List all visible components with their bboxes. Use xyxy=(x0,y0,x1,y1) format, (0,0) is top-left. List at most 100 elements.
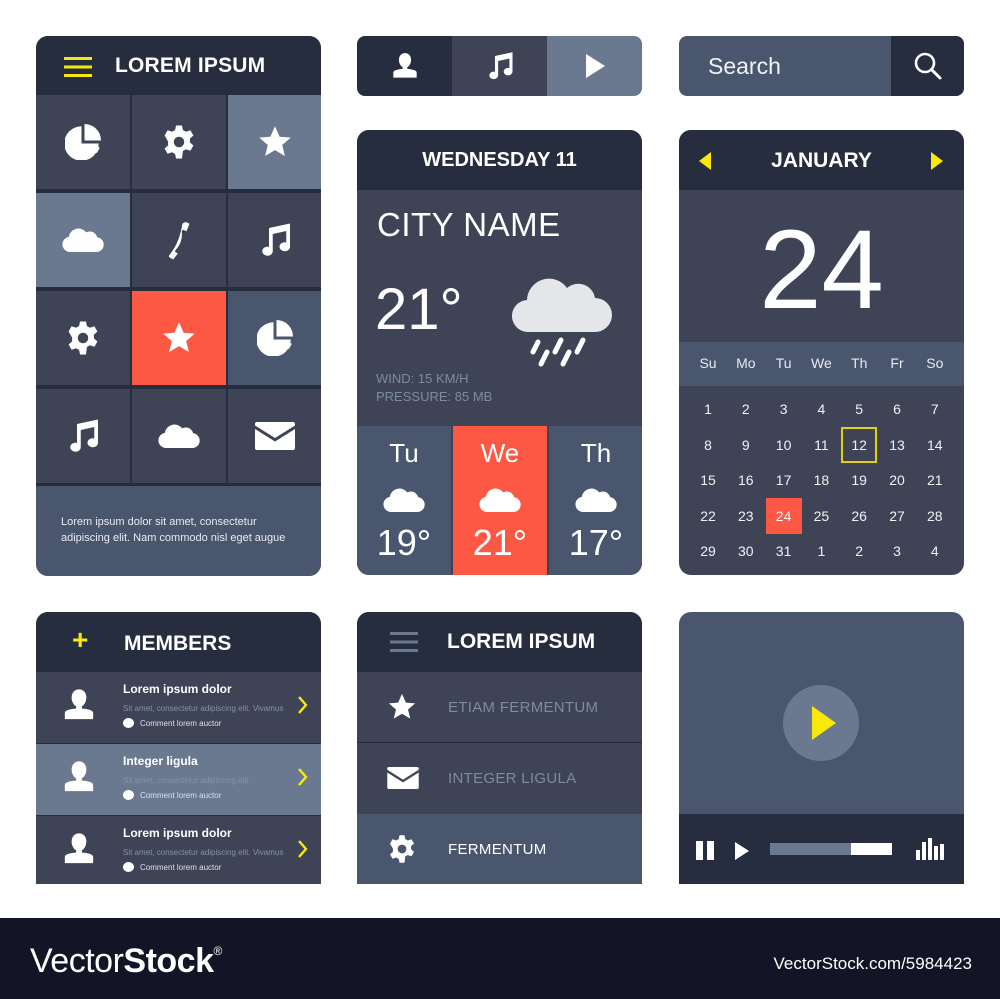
grid-tile-cloud[interactable] xyxy=(36,193,130,287)
play-icon[interactable] xyxy=(735,842,749,860)
user-icon xyxy=(391,52,419,80)
forecast-day-name: We xyxy=(480,438,520,468)
calendar-day[interactable]: 9 xyxy=(728,427,764,463)
tab-music[interactable] xyxy=(452,36,547,96)
list-menu-item[interactable]: INTEGER LIGULA xyxy=(357,743,642,814)
calendar-day[interactable]: 1 xyxy=(690,391,726,427)
calendar-day[interactable]: 16 xyxy=(728,462,764,498)
calendar-day[interactable]: 23 xyxy=(728,498,764,534)
tab-user[interactable] xyxy=(357,36,452,96)
search-input[interactable] xyxy=(679,36,891,96)
calendar-day[interactable]: 22 xyxy=(690,498,726,534)
grid-tile-pie-chart[interactable] xyxy=(36,95,130,189)
forecast-day[interactable]: Th 17° xyxy=(549,426,642,575)
list-menu-item[interactable]: ETIAM FERMENTUM xyxy=(357,672,642,742)
calendar-day[interactable]: 4 xyxy=(917,533,953,569)
weather-details: WIND: 15 KM/H PRESSURE: 85 MB xyxy=(376,370,492,406)
member-name: Lorem ipsum dolor xyxy=(123,826,232,840)
calendar-day[interactable]: 3 xyxy=(879,533,915,569)
calendar-day[interactable]: 31 xyxy=(766,533,802,569)
calendar-day[interactable]: 7 xyxy=(917,391,953,427)
calendar-header: JANUARY xyxy=(679,130,964,190)
grid-tile-phone[interactable] xyxy=(132,193,226,287)
forecast-day[interactable]: Tu 19° xyxy=(357,426,451,575)
progress-bar[interactable] xyxy=(770,843,892,855)
hamburger-icon[interactable] xyxy=(64,57,92,77)
weekday-label: Fr xyxy=(890,355,904,371)
envelope-icon xyxy=(255,422,295,450)
members-header: + MEMBERS xyxy=(36,612,321,671)
calendar-day[interactable]: 5 xyxy=(841,391,877,427)
calendar-day[interactable]: 20 xyxy=(879,462,915,498)
grid-menu-footer: Lorem ipsum dolor sit amet, consectetur … xyxy=(36,486,321,576)
chevron-right-icon[interactable] xyxy=(298,696,308,714)
triangle-right-icon[interactable] xyxy=(931,152,943,170)
calendar-day[interactable]: 2 xyxy=(728,391,764,427)
calendar-day[interactable]: 26 xyxy=(841,498,877,534)
calendar-day[interactable]: 29 xyxy=(690,533,726,569)
calendar-day[interactable]: 24 xyxy=(765,497,802,534)
grid-tile-music-note[interactable] xyxy=(228,193,321,287)
calendar-day[interactable]: 28 xyxy=(917,498,953,534)
calendar-day[interactable]: 11 xyxy=(803,427,839,463)
chevron-right-icon[interactable] xyxy=(298,768,308,786)
calendar-day[interactable]: 18 xyxy=(803,462,839,498)
calendar-day[interactable]: 19 xyxy=(841,462,877,498)
rain-cloud-icon xyxy=(511,278,612,367)
weather-date: WEDNESDAY 11 xyxy=(422,148,577,171)
grid-tile-music-note[interactable] xyxy=(36,389,130,483)
chevron-right-icon[interactable] xyxy=(298,840,308,858)
grid-tile-gear[interactable] xyxy=(132,95,226,189)
calendar-day[interactable]: 1 xyxy=(803,533,839,569)
plus-icon[interactable]: + xyxy=(72,626,88,654)
calendar-day[interactable]: 25 xyxy=(803,498,839,534)
member-row[interactable]: Integer ligula Sit amet, consectetur adi… xyxy=(36,744,321,815)
big-play-button[interactable] xyxy=(783,685,859,761)
pause-icon[interactable] xyxy=(696,841,715,860)
grid-tile-envelope[interactable] xyxy=(228,389,321,483)
list-menu-item[interactable]: FERMENTUM xyxy=(357,814,642,884)
calendar-day[interactable]: 15 xyxy=(690,462,726,498)
calendar-day[interactable]: 27 xyxy=(879,498,915,534)
calendar-day[interactable]: 10 xyxy=(766,427,802,463)
calendar-day[interactable]: 12 xyxy=(841,426,878,463)
calendar-day[interactable]: 2 xyxy=(841,533,877,569)
list-item-label: ETIAM FERMENTUM xyxy=(448,699,599,716)
grid-tile-star[interactable] xyxy=(228,95,321,189)
calendar-card: JANUARY 24 Su Mo Tu We Th Fr So 1 2 3 4 5 6 7 8 9 10 11 1… xyxy=(679,130,964,575)
current-temperature: 21° xyxy=(375,277,463,342)
equalizer-icon[interactable] xyxy=(916,838,946,860)
calendar-day[interactable]: 17 xyxy=(766,462,802,498)
member-row[interactable]: Lorem ipsum dolor Sit amet, consectetur … xyxy=(36,672,321,743)
gear-icon xyxy=(65,320,101,356)
gear-icon xyxy=(387,834,417,864)
tab-play[interactable] xyxy=(547,36,642,96)
calendar-day[interactable]: 3 xyxy=(766,391,802,427)
member-comment: Comment lorem auctor xyxy=(123,790,221,800)
grid-tile-gear[interactable] xyxy=(36,291,130,385)
avatar xyxy=(62,760,96,794)
grid-tile-star[interactable] xyxy=(132,291,226,385)
icon-grid xyxy=(36,95,321,485)
calendar-day[interactable]: 13 xyxy=(879,427,915,463)
calendar-day[interactable]: 30 xyxy=(728,533,764,569)
hamburger-icon[interactable] xyxy=(390,632,418,652)
wind-info: WIND: 15 KM/H xyxy=(376,371,469,386)
member-comment: Comment lorem auctor xyxy=(123,862,221,872)
user-icon xyxy=(62,760,96,794)
member-row[interactable]: Lorem ipsum dolor Sit amet, consectetur … xyxy=(36,816,321,884)
forecast-day[interactable]: We 21° xyxy=(453,426,547,575)
search-button[interactable] xyxy=(891,36,964,96)
grid-tile-pie-chart[interactable] xyxy=(228,291,321,385)
calendar-day[interactable]: 21 xyxy=(917,462,953,498)
comment-bubble-icon xyxy=(123,718,134,728)
weekday-label: Th xyxy=(851,355,868,371)
calendar-day[interactable]: 4 xyxy=(803,391,839,427)
grid-tile-cloud[interactable] xyxy=(132,389,226,483)
player-controls xyxy=(679,814,964,884)
calendar-day[interactable]: 6 xyxy=(879,391,915,427)
calendar-day[interactable]: 14 xyxy=(917,427,953,463)
list-item-label: FERMENTUM xyxy=(448,841,547,858)
pressure-info: PRESSURE: 85 MB xyxy=(376,389,493,404)
calendar-day[interactable]: 8 xyxy=(690,427,726,463)
